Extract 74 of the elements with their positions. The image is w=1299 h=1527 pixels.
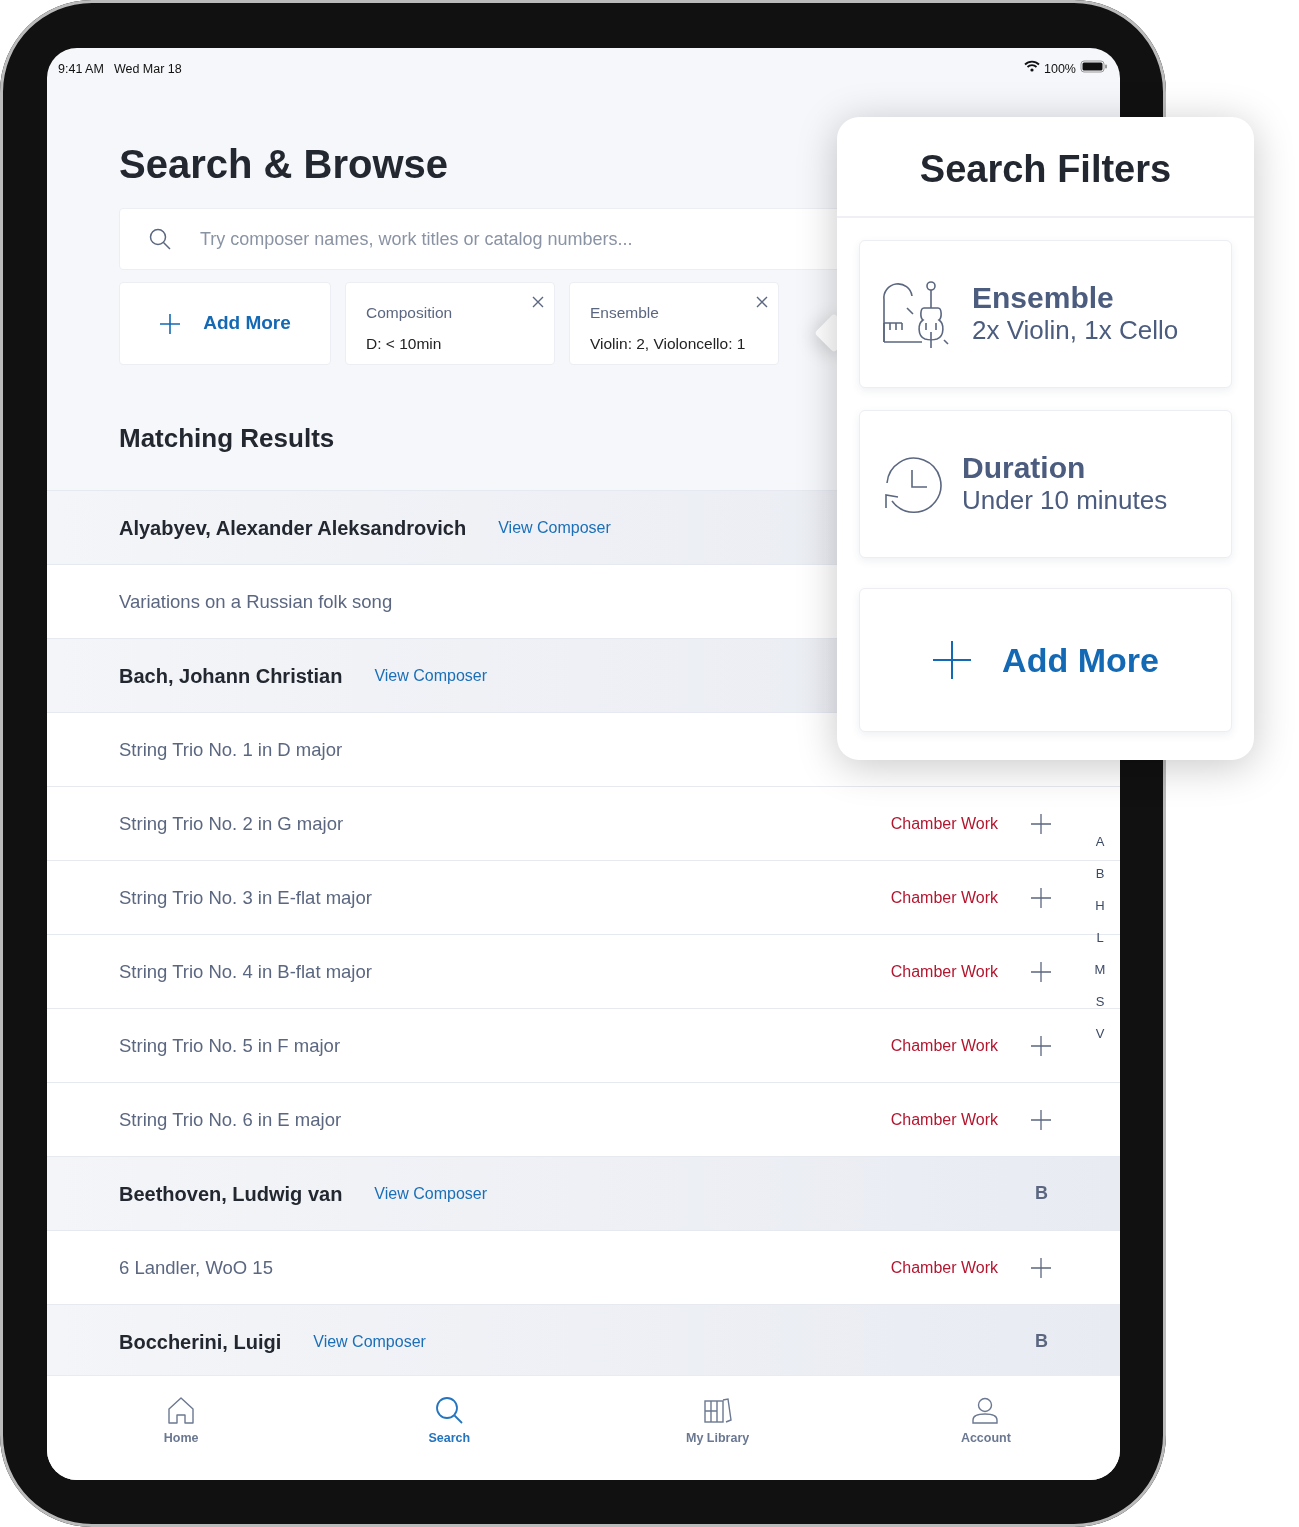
- work-category: Chamber Work: [890, 961, 998, 982]
- work-category: Chamber Work: [890, 1257, 998, 1278]
- filter-chip[interactable]: Ensemble Violin: 2, Violoncello: 1: [569, 282, 779, 365]
- home-icon: [166, 1396, 196, 1425]
- work-row[interactable]: String Trio No. 5 in F major Chamber Work: [47, 1009, 1077, 1082]
- work-title: Variations on a Russian folk song: [119, 589, 393, 614]
- filter-label: Ensemble: [590, 303, 660, 323]
- filter-name: Duration: [962, 450, 1087, 484]
- tab-item[interactable]: Search: [315, 1376, 584, 1480]
- work-title: String Trio No. 6 in E major: [119, 1107, 342, 1132]
- filter-name: Ensemble: [972, 280, 1115, 314]
- view-composer-link[interactable]: View Composer: [498, 515, 611, 540]
- index-letter[interactable]: S: [1093, 993, 1107, 1011]
- add-icon[interactable]: [1030, 886, 1052, 909]
- battery-icon: [1080, 60, 1108, 73]
- section-letter: B: [1035, 1182, 1048, 1205]
- filter-value: Under 10 minutes: [962, 483, 1168, 517]
- status-time: 9:41 AM: [58, 61, 104, 78]
- composer-name: Alyabyev, Alexander Aleksandrovich: [119, 515, 467, 541]
- composer-name: Bach, Johann Christian: [119, 663, 343, 689]
- index-letter[interactable]: B: [1093, 865, 1107, 883]
- add-icon[interactable]: [1030, 812, 1052, 835]
- view-composer-link[interactable]: View Composer: [374, 663, 487, 688]
- work-row[interactable]: String Trio No. 2 in G major Chamber Work: [47, 787, 1077, 860]
- tab-item[interactable]: Home: [47, 1376, 316, 1480]
- view-composer-link[interactable]: View Composer: [374, 1181, 487, 1206]
- work-category: Chamber Work: [890, 813, 998, 834]
- work-title: String Trio No. 2 in G major: [119, 811, 344, 836]
- popover-title: Search Filters: [919, 148, 1172, 190]
- status-date: Wed Mar 18: [113, 61, 182, 78]
- composer-name: Beethoven, Ludwig van: [119, 1181, 343, 1207]
- work-title: String Trio No. 3 in E-flat major: [119, 885, 372, 910]
- index-letter[interactable]: A: [1093, 833, 1107, 851]
- index-letter[interactable]: M: [1093, 961, 1107, 979]
- wifi-icon: [1024, 60, 1040, 72]
- work-category: Chamber Work: [890, 1035, 998, 1056]
- work-row[interactable]: String Trio No. 4 in B-flat major Chamber Work: [47, 935, 1077, 1008]
- search-icon: [149, 228, 171, 250]
- filter-card[interactable]: Duration Under 10 minutes: [859, 410, 1232, 558]
- battery-percent: 100%: [1044, 61, 1076, 78]
- add-icon[interactable]: [1030, 1108, 1052, 1131]
- index-letter[interactable]: V: [1093, 1025, 1107, 1043]
- books-icon: [703, 1396, 733, 1425]
- filter-value: 2x Violin, 1x Cello: [972, 313, 1179, 347]
- tab-item[interactable]: Account: [851, 1376, 1120, 1480]
- index-letter[interactable]: H: [1093, 897, 1107, 915]
- tab-item[interactable]: My Library: [583, 1376, 852, 1480]
- work-title: 6 Landler, WoO 15: [119, 1255, 273, 1280]
- filter-label: Composition: [366, 303, 454, 323]
- work-category: Chamber Work: [890, 887, 998, 908]
- add-icon[interactable]: [1030, 960, 1052, 983]
- add-icon[interactable]: [1030, 1034, 1052, 1057]
- add-icon[interactable]: [1030, 1256, 1052, 1279]
- view-composer-link[interactable]: View Composer: [313, 1329, 426, 1354]
- filter-value: Violin: 2, Violoncello: 1: [590, 334, 747, 355]
- work-title: String Trio No. 1 in D major: [119, 737, 343, 762]
- filter-card[interactable]: Ensemble 2x Violin, 1x Cello: [859, 240, 1232, 388]
- add-more-button[interactable]: Add More: [119, 282, 331, 365]
- filter-chip[interactable]: Composition D: < 10min: [345, 282, 555, 365]
- filter-value: D: < 10min: [366, 334, 443, 355]
- composer-name: Boccherini, Luigi: [119, 1329, 282, 1355]
- plus-icon: [159, 312, 182, 335]
- section-heading: Matching Results: [119, 422, 335, 455]
- work-title: String Trio No. 5 in F major: [119, 1033, 341, 1058]
- person-icon: [971, 1396, 1001, 1425]
- page-title: Search & Browse: [119, 141, 449, 188]
- section-letter: B: [1035, 1330, 1048, 1353]
- plus-icon: [932, 640, 973, 680]
- work-row[interactable]: String Trio No. 3 in E-flat major Chamber Work: [47, 861, 1077, 934]
- index-letter[interactable]: L: [1093, 929, 1107, 947]
- search-icon: [434, 1396, 464, 1425]
- work-category: Chamber Work: [890, 1109, 998, 1130]
- work-title: String Trio No. 4 in B-flat major: [119, 959, 372, 984]
- add-more-button[interactable]: Add More: [859, 588, 1232, 732]
